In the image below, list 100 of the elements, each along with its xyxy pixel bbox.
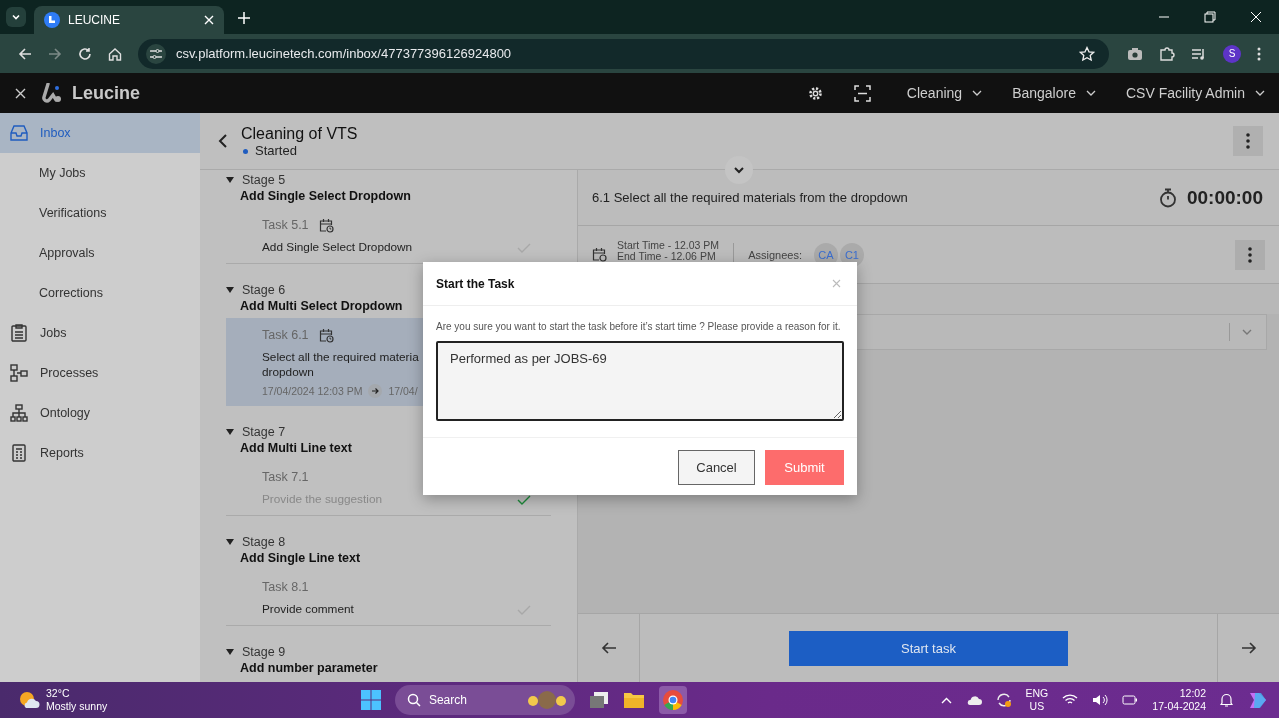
sync-icon[interactable] bbox=[995, 692, 1012, 708]
stage-label: Stage 8 bbox=[242, 534, 286, 550]
cancel-button[interactable]: Cancel bbox=[678, 450, 755, 485]
more-icon[interactable] bbox=[1248, 246, 1252, 263]
task-title: 6.1 Select all the required materials from the dropdown bbox=[592, 190, 908, 205]
task-number: Task 5.1 bbox=[262, 218, 309, 232]
temperature: 32°C bbox=[46, 687, 71, 700]
stage-name: Add Multi Select Dropdown bbox=[239, 298, 404, 314]
sidebar-item[interactable]: Corrections bbox=[0, 273, 200, 313]
task-start-date: 17/04/2024 12:03 PM bbox=[262, 385, 363, 397]
close-icon[interactable] bbox=[15, 87, 26, 99]
bell-icon[interactable] bbox=[1220, 693, 1233, 707]
address-field[interactable]: csv.platform.leucinetech.com/inbox/477377396126924800 bbox=[138, 38, 1109, 69]
sidebar-item[interactable]: Ontology bbox=[0, 393, 200, 433]
folder-icon[interactable] bbox=[622, 691, 645, 709]
brand-name: Leucine bbox=[72, 82, 141, 104]
scan-icon[interactable] bbox=[853, 84, 871, 102]
site-settings-icon[interactable] bbox=[146, 43, 166, 64]
reload-icon[interactable] bbox=[78, 46, 92, 61]
battery-icon[interactable] bbox=[1122, 695, 1139, 705]
arrow-left-icon[interactable] bbox=[600, 641, 617, 655]
sidebar-item[interactable]: Approvals bbox=[0, 233, 200, 273]
chevron-down-icon bbox=[1085, 90, 1096, 96]
new-tab-icon[interactable] bbox=[238, 12, 250, 24]
task-number: Task 6.1 bbox=[262, 328, 309, 342]
sidebar-item[interactable]: Reports bbox=[0, 433, 200, 473]
assignees-label: Assignees: bbox=[748, 248, 802, 261]
speaker-icon[interactable] bbox=[1092, 694, 1109, 706]
task-view-icon[interactable] bbox=[588, 691, 609, 709]
language-indicator[interactable]: ENG US bbox=[1025, 687, 1049, 713]
stage-label: Stage 6 bbox=[242, 282, 286, 298]
stage-name: Add number parameter bbox=[239, 660, 379, 676]
menu-icon[interactable] bbox=[1257, 46, 1261, 61]
dialog-title: Start the Task bbox=[436, 276, 515, 291]
search-icon bbox=[406, 693, 421, 707]
media-icon[interactable] bbox=[1191, 46, 1207, 61]
arrow-icon bbox=[368, 384, 383, 398]
task-name: Select all the required materia dropdown bbox=[262, 350, 419, 380]
start-task-button[interactable]: Start task bbox=[789, 630, 1068, 666]
more-options-button[interactable] bbox=[1235, 239, 1265, 270]
hierarchy-icon bbox=[10, 404, 28, 422]
chrome-icon[interactable] bbox=[658, 686, 687, 714]
task-name: Provide the suggestion bbox=[262, 492, 382, 507]
sidebar-item[interactable]: Jobs bbox=[0, 313, 200, 353]
restore-icon[interactable] bbox=[1204, 11, 1216, 23]
task-end-date: 17/04/ bbox=[388, 385, 418, 397]
caret-icon[interactable] bbox=[226, 649, 234, 655]
camera-icon[interactable] bbox=[1127, 46, 1143, 61]
inbox-icon bbox=[10, 124, 28, 142]
job-status: Started bbox=[241, 142, 358, 158]
calendar-clock-icon bbox=[592, 247, 607, 262]
star-icon[interactable] bbox=[1079, 45, 1095, 62]
caret-icon[interactable] bbox=[226, 177, 234, 183]
task-item[interactable]: Task 8.1 Provide comment bbox=[226, 570, 551, 626]
task-number: Task 7.1 bbox=[262, 470, 309, 484]
logo-icon bbox=[42, 83, 62, 103]
stage-name: Add Multi Line text bbox=[239, 440, 353, 456]
forward-icon[interactable] bbox=[48, 46, 62, 61]
stage-label: Stage 5 bbox=[242, 172, 286, 188]
more-icon[interactable] bbox=[1246, 133, 1250, 149]
home-icon[interactable] bbox=[108, 46, 122, 61]
back-icon[interactable] bbox=[218, 134, 227, 148]
chevron-down-icon[interactable] bbox=[734, 166, 744, 174]
header-dropdown[interactable]: Cleaning bbox=[902, 81, 987, 105]
header-dropdown[interactable]: CSV Facility Admin bbox=[1121, 81, 1269, 105]
arrow-right-icon[interactable] bbox=[1240, 641, 1257, 655]
profile-avatar[interactable]: S bbox=[1223, 44, 1241, 63]
flowchart-icon bbox=[10, 364, 28, 382]
chevron-up-icon[interactable] bbox=[940, 696, 952, 704]
sidebar-item[interactable]: Processes bbox=[0, 353, 200, 393]
stage-label: Stage 9 bbox=[242, 644, 286, 660]
more-options-button[interactable] bbox=[1233, 126, 1263, 156]
end-time: End Time - 12.06 PM bbox=[617, 251, 717, 262]
settings-icon[interactable] bbox=[806, 84, 824, 102]
sun-cloud-icon[interactable] bbox=[18, 690, 40, 710]
caret-icon[interactable] bbox=[226, 429, 234, 435]
reason-field[interactable]: Performed as per JOBS-69 bbox=[436, 341, 844, 421]
puzzle-icon[interactable] bbox=[1159, 45, 1175, 62]
clock[interactable]: 12:02 17-04-2024 bbox=[1152, 687, 1206, 713]
browser-tab[interactable]: LEUCINE bbox=[34, 6, 224, 34]
start-time: Start Time - 12.03 PM bbox=[617, 240, 720, 251]
start-icon[interactable] bbox=[360, 690, 381, 710]
task-name: Provide comment bbox=[262, 602, 354, 617]
task-number: Task 8.1 bbox=[262, 580, 309, 594]
header-dropdown[interactable]: Bangalore bbox=[1008, 81, 1100, 105]
caret-icon[interactable] bbox=[226, 539, 234, 545]
taskbar-search-field[interactable]: Search bbox=[394, 685, 575, 715]
sidebar-item[interactable]: My Jobs bbox=[0, 153, 200, 193]
chevron-down-icon bbox=[972, 90, 983, 96]
timer: 00:00:00 bbox=[1186, 186, 1263, 209]
job-title: Cleaning of VTS bbox=[241, 124, 358, 143]
cloud-icon[interactable] bbox=[965, 695, 982, 705]
stopwatch-icon bbox=[1158, 187, 1177, 208]
chevron-down-icon bbox=[1255, 90, 1265, 96]
clipboard-icon bbox=[10, 324, 28, 342]
weather-condition: Mostly sunny bbox=[46, 700, 108, 713]
sidebar-item[interactable]: Verifications bbox=[0, 193, 200, 233]
caret-icon[interactable] bbox=[226, 287, 234, 293]
stage-name: Add Single Line text bbox=[239, 550, 362, 566]
wifi-icon[interactable] bbox=[1062, 694, 1079, 706]
